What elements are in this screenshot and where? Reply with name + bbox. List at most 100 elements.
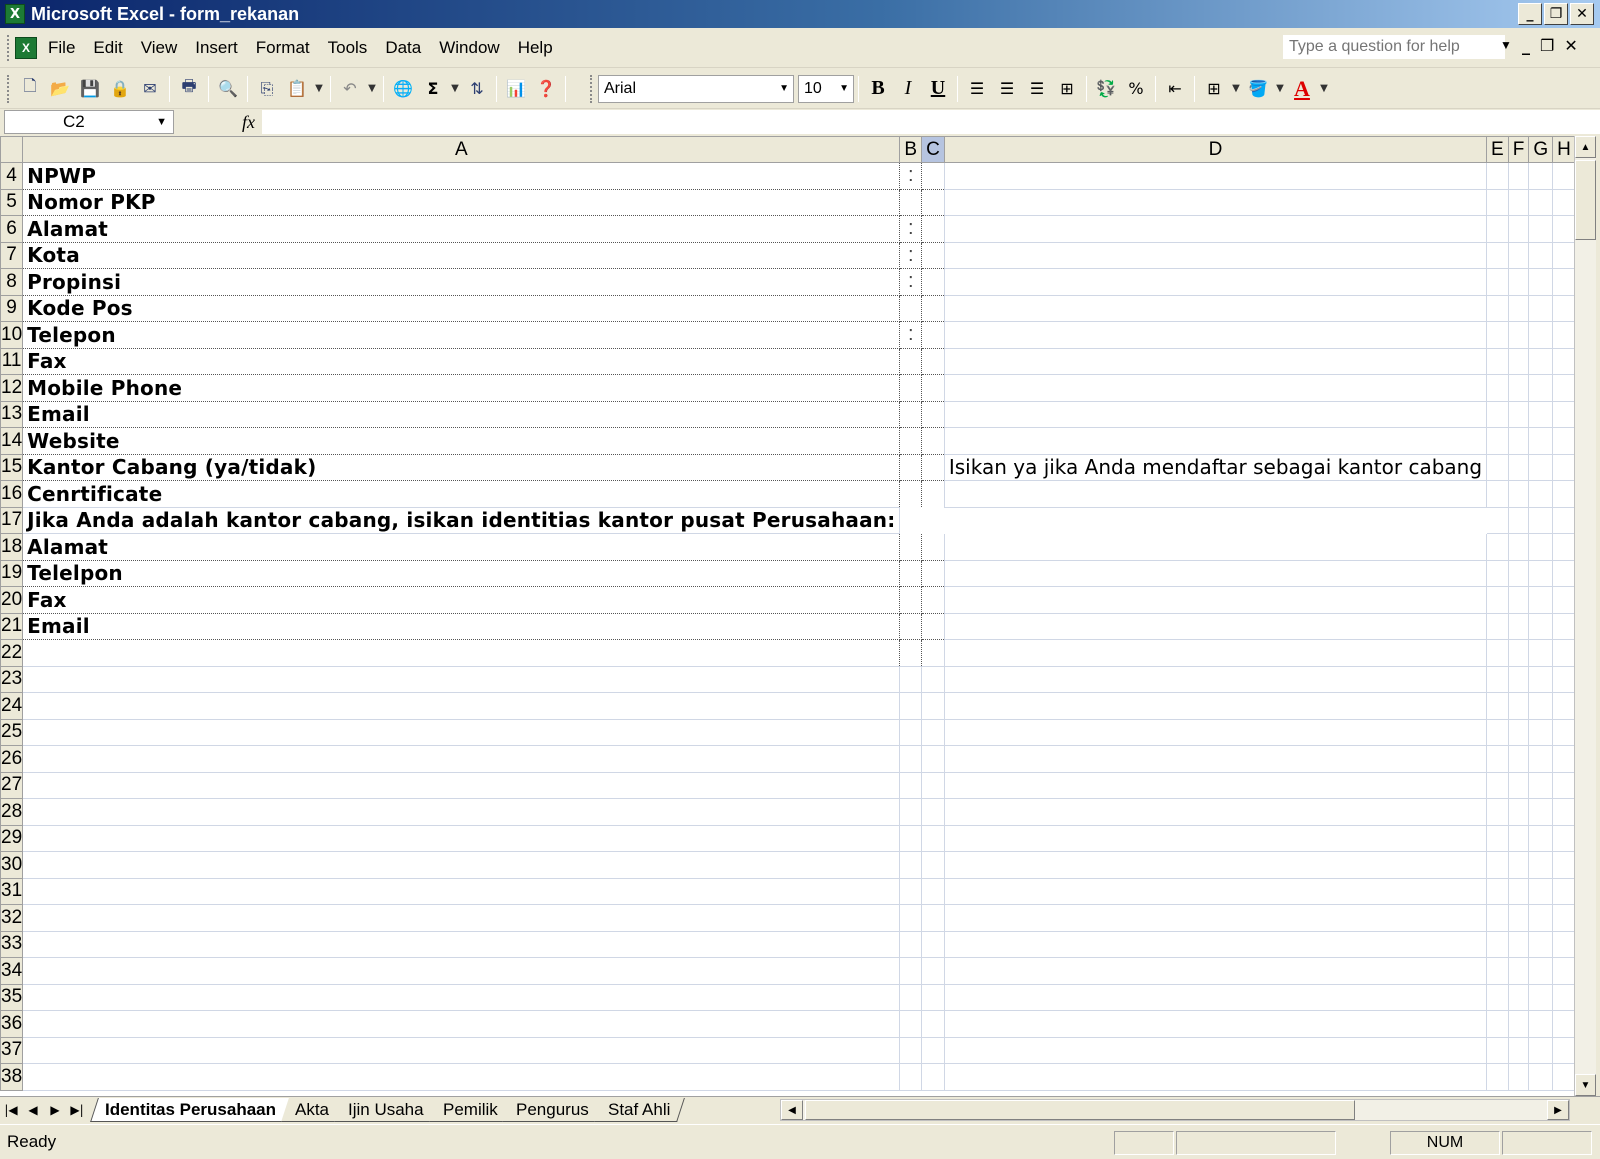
cell[interactable] xyxy=(1552,877,1574,905)
cell-d[interactable] xyxy=(944,507,1486,534)
cell[interactable] xyxy=(1507,586,1530,614)
cell[interactable] xyxy=(1528,798,1554,826)
cell-a[interactable]: NPWP xyxy=(22,162,901,190)
cell-b[interactable] xyxy=(899,1063,923,1091)
cell-b[interactable] xyxy=(899,771,923,799)
cell[interactable] xyxy=(1528,957,1554,985)
cell-c[interactable] xyxy=(921,400,945,428)
cell-c[interactable] xyxy=(921,480,945,508)
excel-app-icon[interactable]: X xyxy=(5,4,25,24)
horizontal-scrollbar[interactable]: ◀ ▶ xyxy=(780,1099,1570,1121)
cell[interactable] xyxy=(1507,877,1530,905)
scroll-down-icon[interactable]: ▼ xyxy=(1575,1074,1596,1096)
cell-b[interactable] xyxy=(899,400,923,428)
cell-a[interactable]: Kode Pos xyxy=(22,294,901,322)
align-right-icon[interactable]: ☰ xyxy=(1022,74,1052,104)
column-header-b[interactable]: B xyxy=(899,136,923,163)
formula-input[interactable] xyxy=(262,110,1600,134)
formatting-toolbar-grip[interactable] xyxy=(590,74,594,103)
cell-c[interactable] xyxy=(921,665,945,693)
cell[interactable] xyxy=(1507,215,1530,243)
cell[interactable] xyxy=(1507,506,1530,534)
cell[interactable] xyxy=(1507,241,1530,269)
cell-d[interactable] xyxy=(943,665,1488,693)
cell-d[interactable] xyxy=(943,612,1488,640)
cell[interactable] xyxy=(1507,268,1530,296)
cell-d[interactable] xyxy=(943,533,1488,561)
cell-c[interactable] xyxy=(921,321,945,349)
cell[interactable] xyxy=(1552,904,1574,932)
cell-b[interactable] xyxy=(899,347,923,375)
vertical-scrollbar[interactable]: ▲ ▼ xyxy=(1574,136,1596,1096)
cell-d[interactable] xyxy=(943,904,1488,932)
cell[interactable] xyxy=(1507,771,1530,799)
close-workbook-button[interactable]: ✕ xyxy=(1564,36,1577,55)
cell[interactable] xyxy=(1507,533,1530,561)
cell-a[interactable]: Propinsi xyxy=(22,268,901,296)
row-header[interactable]: 32 xyxy=(0,904,24,932)
cell-b[interactable] xyxy=(899,904,923,932)
cell[interactable] xyxy=(1552,665,1574,693)
menu-data[interactable]: Data xyxy=(382,36,424,60)
cell-c[interactable] xyxy=(921,374,945,402)
cell[interactable] xyxy=(1508,453,1530,481)
row-header[interactable]: 5 xyxy=(0,188,24,216)
chart-wizard-icon[interactable]: 📊 xyxy=(501,74,531,104)
align-center-icon[interactable]: ☰ xyxy=(992,74,1022,104)
cell[interactable] xyxy=(1528,877,1554,905)
cell[interactable] xyxy=(1552,294,1574,322)
cell-c[interactable] xyxy=(921,241,945,269)
cell[interactable] xyxy=(1486,1063,1509,1091)
sheet-tab[interactable]: Ijin Usaha xyxy=(334,1097,439,1122)
font-size-combo[interactable]: 10 ▼ xyxy=(798,74,854,103)
cell-c[interactable] xyxy=(921,162,945,190)
size-dropdown-icon[interactable]: ▼ xyxy=(839,83,849,94)
cell[interactable] xyxy=(1528,453,1554,481)
cell-d[interactable] xyxy=(943,718,1488,746)
cell-b[interactable] xyxy=(899,639,923,667)
cell-b[interactable] xyxy=(899,533,923,561)
cell-c[interactable] xyxy=(921,745,945,773)
prev-sheet-icon[interactable]: ◀ xyxy=(22,1103,44,1117)
cell-b[interactable] xyxy=(900,507,922,534)
paste-icon[interactable]: 📋 xyxy=(282,74,312,104)
cell-c[interactable] xyxy=(921,904,945,932)
save-icon[interactable]: 💾 xyxy=(75,74,105,104)
first-sheet-icon[interactable]: |◀ xyxy=(0,1103,22,1117)
cell-b[interactable] xyxy=(899,983,923,1011)
align-left-icon[interactable]: ☰ xyxy=(962,74,992,104)
cell-d[interactable] xyxy=(943,294,1488,322)
vertical-scroll-thumb[interactable] xyxy=(1575,160,1596,240)
cell[interactable] xyxy=(1507,427,1530,455)
cell[interactable] xyxy=(1528,215,1554,243)
row-header[interactable]: 33 xyxy=(0,930,24,958)
cell[interactable] xyxy=(1552,559,1574,587)
help-dropdown-arrow-icon[interactable]: ▼ xyxy=(1500,38,1512,52)
cell[interactable] xyxy=(1486,1036,1509,1064)
cell[interactable] xyxy=(1486,294,1509,322)
fill-color-dropdown-icon[interactable]: ▼ xyxy=(1273,74,1287,104)
cell[interactable] xyxy=(1528,771,1554,799)
cell-b[interactable] xyxy=(899,294,923,322)
cell-d[interactable] xyxy=(943,1010,1488,1038)
borders-icon[interactable]: ⊞ xyxy=(1199,74,1229,104)
cell[interactable] xyxy=(1528,559,1554,587)
cell[interactable] xyxy=(1552,162,1574,190)
cell[interactable] xyxy=(1552,639,1574,667)
cell[interactable] xyxy=(1486,824,1509,852)
column-header-d[interactable]: D xyxy=(943,136,1488,163)
cell-a[interactable]: Mobile Phone xyxy=(22,374,901,402)
cell-d[interactable] xyxy=(943,692,1488,720)
cell[interactable] xyxy=(1552,692,1574,720)
cell-c[interactable] xyxy=(921,215,945,243)
cell-d[interactable] xyxy=(943,983,1488,1011)
cell-a[interactable] xyxy=(22,639,901,667)
cell[interactable] xyxy=(1552,983,1574,1011)
row-header[interactable]: 15 xyxy=(0,453,24,481)
underline-button[interactable]: U xyxy=(923,74,953,104)
row-header[interactable]: 26 xyxy=(0,745,24,773)
cell-a[interactable]: Email xyxy=(22,612,901,640)
cell-c[interactable] xyxy=(921,877,945,905)
cell-c[interactable] xyxy=(922,507,945,534)
cell[interactable] xyxy=(1552,1036,1574,1064)
